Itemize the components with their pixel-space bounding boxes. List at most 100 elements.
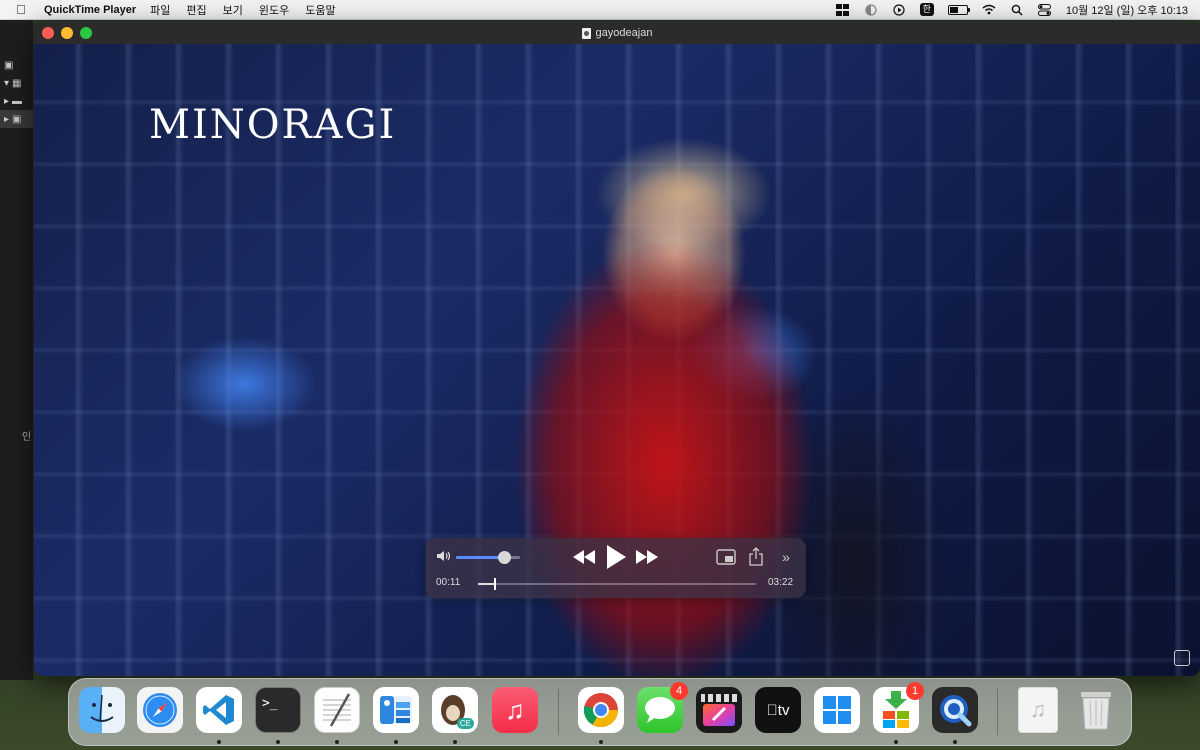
volume-slider[interactable]: [456, 551, 520, 564]
dock-item-vscode[interactable]: [196, 687, 242, 733]
sidebar-row[interactable]: ▸ ▬: [0, 92, 33, 110]
menu-file[interactable]: 파일: [150, 2, 170, 18]
finder-icon: [79, 687, 125, 733]
playhead[interactable]: [493, 578, 496, 590]
share-icon[interactable]: [748, 546, 764, 566]
window-grid-icon[interactable]: [836, 3, 850, 16]
final-cut-icon: [696, 687, 742, 733]
background-window-sidebar: ▣ ▾ ▦ ▸ ▬ ▸ ▣ 인: [0, 20, 34, 680]
music-icon: ♫: [505, 694, 525, 725]
dock: >_ CE ♫ 4 tv 1 ♫: [68, 678, 1132, 746]
dock-item-chrome[interactable]: [578, 687, 624, 733]
wifi-icon[interactable]: [982, 4, 996, 16]
dock-item-textedit[interactable]: [314, 687, 360, 733]
menu-help[interactable]: 도움말: [305, 2, 335, 18]
dock-item-safari[interactable]: [137, 687, 183, 733]
sidebar-row[interactable]: ▣: [0, 56, 33, 74]
running-indicator: [335, 740, 339, 744]
fullscreen-button[interactable]: [80, 27, 92, 39]
play-circle-icon[interactable]: [892, 3, 906, 16]
menu-bar:  QuickTime Player 파일 편집 보기 윈도우 도움말 한 10…: [0, 0, 1200, 20]
sidebar-row[interactable]: ▸ ▣: [0, 110, 33, 128]
running-indicator: [394, 740, 398, 744]
notification-badge: 4: [670, 682, 688, 700]
disclosure-down-icon: ▾: [4, 77, 10, 89]
running-indicator: [217, 740, 221, 744]
clapper-icon: ▣: [4, 59, 14, 71]
video-frame[interactable]: MINORAGI » 00:11 03:22: [34, 44, 1200, 676]
chrome-icon: [578, 687, 624, 733]
dock-item-apple-tv[interactable]: tv: [755, 687, 801, 733]
apple-logo-icon[interactable]: : [8, 2, 34, 17]
notification-badge: 1: [906, 682, 924, 700]
menu-app-name[interactable]: QuickTime Player: [44, 4, 136, 16]
sidebar-row[interactable]: ▾ ▦: [0, 74, 33, 92]
input-method-indicator[interactable]: 한: [919, 3, 934, 16]
safari-icon: [137, 687, 183, 733]
dock-item-windows-app[interactable]: [814, 687, 860, 733]
fast-forward-button[interactable]: [636, 548, 658, 566]
volume-icon[interactable]: [436, 549, 452, 563]
paw-ce-label: CE: [456, 718, 474, 729]
timeline-scrubber[interactable]: [478, 578, 756, 590]
close-button[interactable]: [42, 27, 54, 39]
control-center-icon[interactable]: [1038, 3, 1052, 16]
apple-tv-label: tv: [772, 701, 790, 719]
playback-controls[interactable]: » 00:11 03:22: [426, 538, 806, 598]
dock-separator: [997, 689, 998, 735]
volume-slider-knob[interactable]: [498, 551, 511, 564]
more-chevron-icon[interactable]: »: [778, 549, 794, 565]
quicktime-window: gayodeajan MINORAGI » 00:11 03:22: [34, 22, 1200, 676]
dock-item-quicktime[interactable]: [932, 687, 978, 733]
window-title: gayodeajan: [595, 27, 653, 39]
running-indicator: [894, 740, 898, 744]
total-time: 03:22: [768, 577, 794, 588]
dock-item-trash[interactable]: [1073, 687, 1119, 733]
disclosure-right-icon: ▸: [4, 113, 10, 125]
dock-item-finder[interactable]: [79, 687, 125, 733]
document-icon: [581, 27, 591, 39]
running-indicator: [953, 740, 957, 744]
star-box-icon: ▣: [12, 113, 22, 125]
textedit-icon: [315, 688, 359, 732]
apple-tv-icon: tv: [755, 687, 801, 733]
windows-app-icon: [814, 687, 860, 733]
moon-icon[interactable]: [864, 3, 878, 16]
running-indicator: [599, 740, 603, 744]
battery-icon[interactable]: [947, 4, 970, 15]
files-icon: [373, 687, 419, 733]
minimize-button[interactable]: [61, 27, 73, 39]
dock-item-terminal[interactable]: >_: [255, 687, 301, 733]
menu-view[interactable]: 보기: [223, 2, 243, 18]
play-button[interactable]: [603, 543, 629, 571]
dock-item-paw-ce[interactable]: CE: [432, 687, 478, 733]
terminal-icon: >_: [262, 696, 278, 711]
menubar-clock[interactable]: 10월 12일 (일) 오후 10:13: [1066, 2, 1188, 18]
menu-window[interactable]: 윈도우: [259, 2, 289, 18]
vscode-icon: [196, 687, 242, 733]
dock-item-ms-installer[interactable]: 1: [873, 682, 924, 733]
menu-edit[interactable]: 편집: [186, 2, 206, 18]
live-text-icon[interactable]: [1174, 650, 1190, 666]
status-area: 한 10월 12일 (일) 오후 10:13: [836, 2, 1188, 18]
video-watermark: MINORAGI: [149, 102, 397, 148]
rewind-button[interactable]: [573, 548, 595, 566]
running-indicator: [276, 740, 280, 744]
quicktime-icon: [932, 687, 978, 733]
grid-icon: ▦: [12, 77, 22, 89]
timeline-played: [478, 583, 494, 585]
window-titlebar[interactable]: gayodeajan: [34, 22, 1200, 44]
dock-item-messages[interactable]: 4: [637, 682, 688, 733]
sidebar-text-fragment: 인: [22, 432, 32, 443]
current-time: 00:11: [436, 577, 461, 588]
trash-icon: [1073, 687, 1119, 733]
picture-in-picture-icon[interactable]: [716, 548, 736, 566]
dock-item-files[interactable]: [373, 687, 419, 733]
dock-separator: [558, 689, 559, 735]
search-icon[interactable]: [1010, 4, 1024, 16]
window-controls: [42, 27, 92, 39]
dock-item-audio-file[interactable]: ♫: [1018, 687, 1058, 733]
dock-item-final-cut[interactable]: [696, 687, 742, 733]
audio-file-icon: ♫: [1029, 697, 1047, 722]
dock-item-music[interactable]: ♫: [492, 687, 538, 733]
